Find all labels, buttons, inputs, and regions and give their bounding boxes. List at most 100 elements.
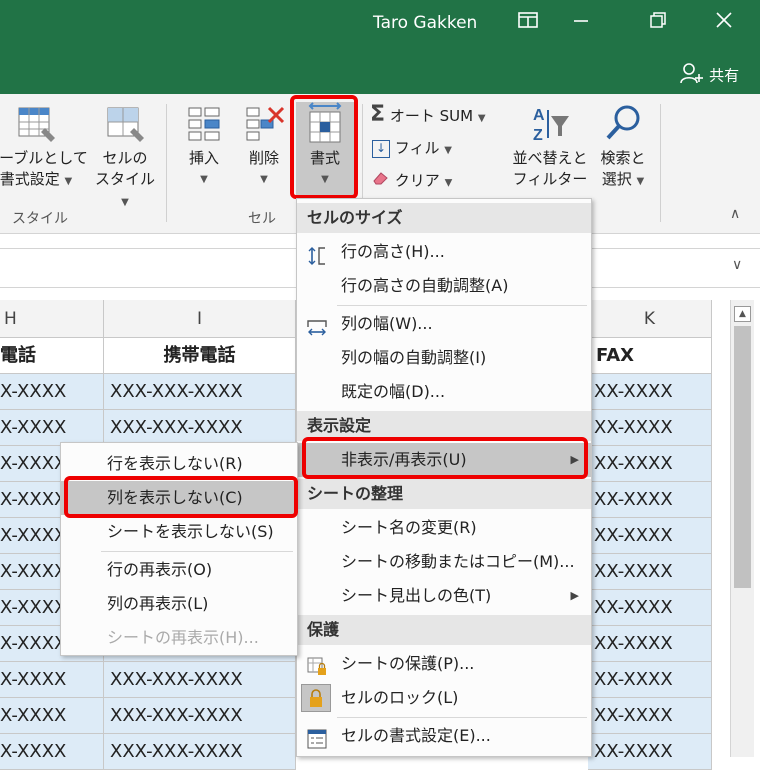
autofit-column-label: 列の幅の自動調整(I) (341, 348, 487, 367)
chevron-down-icon: ▼ (260, 174, 268, 185)
rename-sheet-label: シート名の変更(R) (341, 518, 477, 537)
restore-icon[interactable] (643, 10, 673, 38)
insert-button[interactable]: 挿入 ▼ (178, 102, 230, 190)
delete-cells-icon (243, 102, 285, 144)
magnifier-icon (602, 102, 644, 144)
section-protection: 保護 (297, 615, 591, 645)
format-cells-label: セルの書式設定(E)... (341, 726, 491, 745)
cells-group-label: セル (248, 211, 276, 227)
table-cell[interactable]: XX-XXXX (588, 662, 712, 698)
group-divider (660, 104, 661, 222)
table-cell[interactable]: XX-XXXX (588, 374, 712, 410)
table-cell[interactable]: XXX-XXX-XXXX (104, 734, 296, 770)
chevron-down-icon: ▼ (200, 174, 208, 185)
share-label: 共有 (709, 66, 740, 85)
cell-styles-line2: スタイル (94, 170, 155, 188)
default-width-label: 既定の幅(D)... (341, 382, 446, 401)
styles-group-label: スタイル (12, 211, 68, 227)
menu-item-row-height[interactable]: 行の高さ(H)... (297, 235, 591, 269)
table-cell[interactable]: XX-XXXX (588, 482, 712, 518)
hide-unhide-highlight (302, 437, 588, 479)
section-cell-size: セルのサイズ (297, 203, 591, 233)
column-header-i[interactable]: I (104, 300, 296, 338)
menu-item-rename-sheet[interactable]: シート名の変更(R) (297, 511, 591, 545)
lock-icon (301, 684, 331, 712)
menu-item-tab-color[interactable]: シート見出しの色(T) ▶ (297, 579, 591, 613)
table-cell[interactable]: XX-XXXX (588, 518, 712, 554)
group-divider (166, 104, 167, 222)
section-organize-sheets: シートの整理 (297, 479, 591, 509)
cell-styles-button[interactable]: セルの スタイル ▼ (90, 102, 160, 213)
clear-button[interactable]: クリア ▼ (372, 170, 462, 194)
menu-item-format-cells[interactable]: セルの書式設定(E)... (297, 719, 591, 753)
submenu-arrow-icon: ▶ (570, 589, 579, 602)
menu-item-unhide-columns[interactable]: 列の再表示(L) (61, 587, 297, 621)
menu-item-column-width[interactable]: 列の幅(W)... (297, 307, 591, 341)
find-select-button[interactable]: 検索と 選択 ▼ (595, 102, 651, 192)
vertical-scrollbar[interactable]: ▲ (730, 300, 754, 757)
menu-item-move-copy-sheet[interactable]: シートの移動またはコピー(M)... (297, 545, 591, 579)
table-cell[interactable]: XX-XXXX (588, 554, 712, 590)
table-cell[interactable]: XX-XXXX (588, 734, 712, 770)
header-cell-fax[interactable]: FAX (588, 338, 712, 374)
menu-item-protect-sheet[interactable]: シートの保護(P)... (297, 647, 591, 681)
ribbon-display-options-icon[interactable] (513, 10, 543, 38)
sort-filter-line2: フィルター (512, 170, 588, 188)
cell-styles-icon (104, 102, 146, 144)
minimize-icon[interactable] (566, 10, 596, 38)
menu-item-unhide-sheet: シートの再表示(H)... (61, 621, 297, 655)
menu-item-default-width[interactable]: 既定の幅(D)... (297, 375, 591, 409)
table-cell[interactable]: X-XXXX (0, 662, 104, 698)
menu-item-autofit-row[interactable]: 行の高さの自動調整(A) (297, 269, 591, 303)
table-cell[interactable]: X-XXXX (0, 410, 104, 446)
menu-item-unhide-rows[interactable]: 行の再表示(O) (61, 553, 297, 587)
table-cell[interactable]: XXX-XXX-XXXX (104, 410, 296, 446)
autosum-button[interactable]: Σ オート SUM ▼ (370, 104, 510, 129)
sigma-icon: Σ (370, 102, 386, 127)
table-cell[interactable]: XXX-XXX-XXXX (104, 374, 296, 410)
format-button-highlight (290, 95, 358, 199)
scroll-up-arrow-icon[interactable]: ▲ (734, 306, 751, 322)
delete-button[interactable]: 削除 ▼ (238, 102, 290, 190)
table-cell[interactable]: XXX-XXX-XXXX (104, 698, 296, 734)
fill-down-icon: ↓ (372, 139, 390, 158)
table-cell[interactable]: XX-XXXX (588, 698, 712, 734)
fill-button[interactable]: ↓ フィル ▼ (372, 138, 462, 161)
sort-filter-button[interactable]: AZ 並べ替えと フィルター ▼ (507, 102, 593, 213)
row-height-label: 行の高さ(H)... (341, 242, 445, 261)
table-cell[interactable]: X-XXXX (0, 698, 104, 734)
column-width-label: 列の幅(W)... (341, 314, 433, 333)
menu-item-autofit-column[interactable]: 列の幅の自動調整(I) (297, 341, 591, 375)
chevron-down-icon: ▼ (477, 113, 486, 124)
table-cell[interactable]: XX-XXXX (588, 626, 712, 662)
close-icon[interactable] (709, 10, 739, 38)
row-height-icon (307, 243, 327, 265)
table-cell[interactable]: X-XXXX (0, 374, 104, 410)
scrollbar-thumb[interactable] (734, 326, 751, 588)
format-as-table-button[interactable]: テーブルとして 書式設定 ▼ (0, 102, 90, 192)
table-cell[interactable]: XXX-XXX-XXXX (104, 662, 296, 698)
expand-formula-bar-icon[interactable]: ∨ (732, 257, 742, 273)
table-cell[interactable]: XX-XXXX (588, 410, 712, 446)
svg-text:Z: Z (533, 127, 543, 144)
eraser-icon (372, 170, 390, 192)
table-cell[interactable]: X-XXXX (0, 734, 104, 770)
insert-cells-icon (183, 102, 225, 144)
protect-sheet-icon (307, 655, 327, 675)
fill-label: フィル (394, 139, 440, 157)
share-button[interactable]: 共有 (680, 62, 739, 88)
menu-item-lock-cell[interactable]: セルのロック(L) (297, 681, 591, 715)
header-cell-mobile[interactable]: 携帯電話 (104, 338, 296, 374)
table-cell[interactable]: XX-XXXX (588, 590, 712, 626)
autosum-label: オート SUM (389, 107, 474, 125)
column-header-k[interactable]: K (588, 300, 712, 338)
chevron-down-icon: ▼ (121, 197, 129, 208)
column-header-h[interactable]: H (0, 300, 104, 338)
svg-text:A: A (533, 107, 545, 124)
title-bar: Taro Gakken 共有 (0, 0, 760, 94)
collapse-ribbon-icon[interactable]: ∧ (730, 206, 740, 222)
header-cell-phone[interactable]: 電話 (0, 338, 104, 374)
table-cell[interactable]: XX-XXXX (588, 446, 712, 482)
menu-item-hide-sheet[interactable]: シートを表示しない(S) (61, 515, 297, 549)
chevron-down-icon: ▼ (64, 176, 73, 187)
